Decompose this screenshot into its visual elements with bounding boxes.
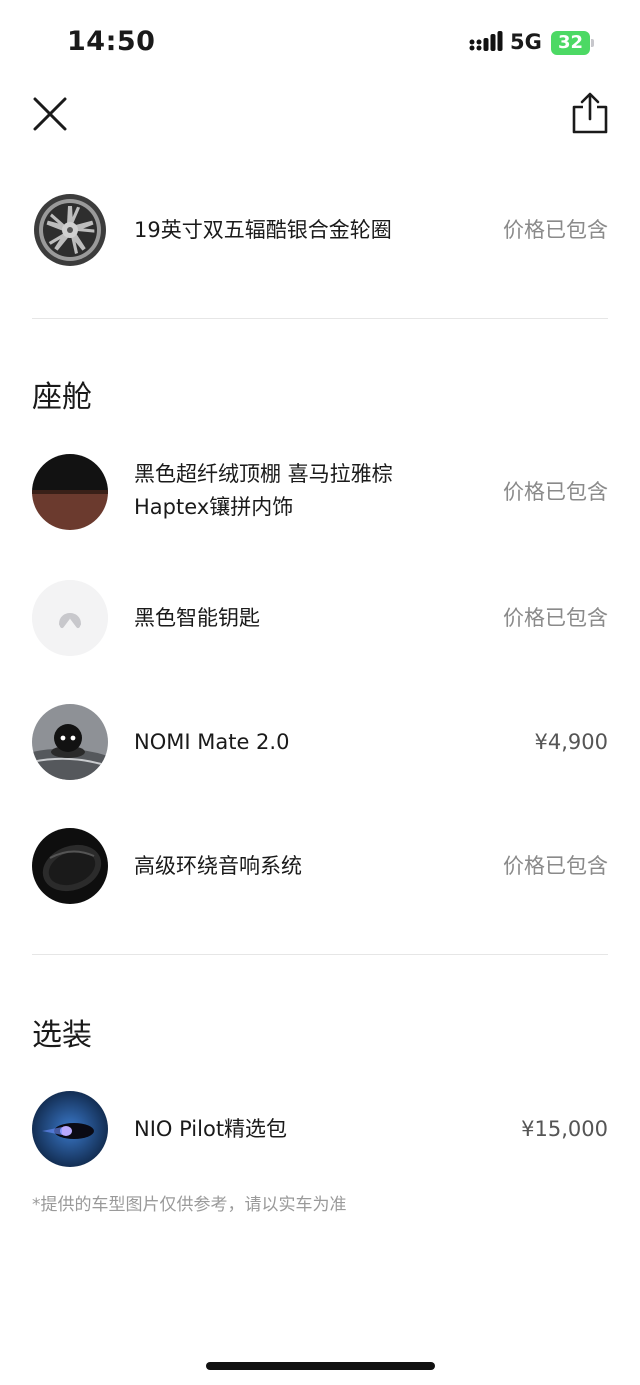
nomi-image: [32, 704, 108, 780]
wheel-row[interactable]: 19英寸双五辐酷银合金轮圈 价格已包含: [32, 192, 608, 272]
divider: [32, 954, 608, 955]
battery-level: 32: [557, 32, 584, 53]
interior-label-line2: Haptex镶拼内饰: [134, 495, 294, 519]
audio-thumbnail: [32, 828, 108, 904]
status-bar: 14:50 5G 32: [0, 0, 640, 86]
home-indicator[interactable]: [206, 1362, 435, 1370]
disclaimer-footnote: *提供的车型图片仅供参考，请以实车为准: [32, 1195, 347, 1215]
key-price: 价格已包含: [503, 606, 608, 630]
cabin-item-key[interactable]: 黑色智能钥匙 价格已包含: [32, 580, 608, 660]
pilot-price: ¥15,000: [521, 1117, 608, 1141]
cabin-item-nomi[interactable]: NOMI Mate 2.0 ¥4,900: [32, 704, 608, 784]
pilot-thumbnail: [32, 1091, 108, 1167]
interior-swatch-image: [32, 454, 108, 530]
nomi-price: ¥4,900: [534, 730, 608, 754]
divider: [32, 318, 608, 319]
pilot-image: [32, 1091, 108, 1167]
option-item-pilot[interactable]: NIO Pilot精选包 ¥15,000: [32, 1091, 608, 1171]
wheel-price: 价格已包含: [503, 218, 608, 242]
interior-label-line1: 黑色超纤绒顶棚 喜马拉雅棕: [134, 462, 393, 486]
audio-label: 高级环绕音响系统: [134, 854, 302, 878]
wheel-image: [32, 192, 108, 268]
key-logo-icon: [32, 580, 108, 656]
nomi-label: NOMI Mate 2.0: [134, 730, 290, 754]
interior-price: 价格已包含: [503, 480, 608, 504]
speaker-image: [32, 828, 108, 904]
share-button[interactable]: [568, 90, 612, 136]
wheel-label: 19英寸双五辐酷银合金轮圈: [134, 218, 392, 242]
battery-icon: 32: [551, 31, 595, 55]
section-title-cabin: 座舱: [32, 380, 92, 415]
close-icon: [33, 97, 67, 131]
wheel-thumbnail: [32, 192, 108, 268]
section-title-options: 选装: [32, 1018, 92, 1053]
signal-icon: [469, 31, 503, 51]
share-icon: [572, 92, 608, 134]
nomi-thumbnail: [32, 704, 108, 780]
key-thumbnail: [32, 580, 108, 656]
cabin-item-interior[interactable]: 黑色超纤绒顶棚 喜马拉雅棕 Haptex镶拼内饰 价格已包含: [32, 454, 608, 534]
network-type: 5G: [510, 30, 542, 54]
audio-price: 价格已包含: [503, 854, 608, 878]
interior-thumbnail: [32, 454, 108, 530]
cabin-item-audio[interactable]: 高级环绕音响系统 价格已包含: [32, 828, 608, 908]
key-label: 黑色智能钥匙: [134, 606, 260, 630]
pilot-label: NIO Pilot精选包: [134, 1117, 288, 1141]
status-time: 14:50: [67, 26, 156, 57]
close-button[interactable]: [28, 92, 72, 136]
